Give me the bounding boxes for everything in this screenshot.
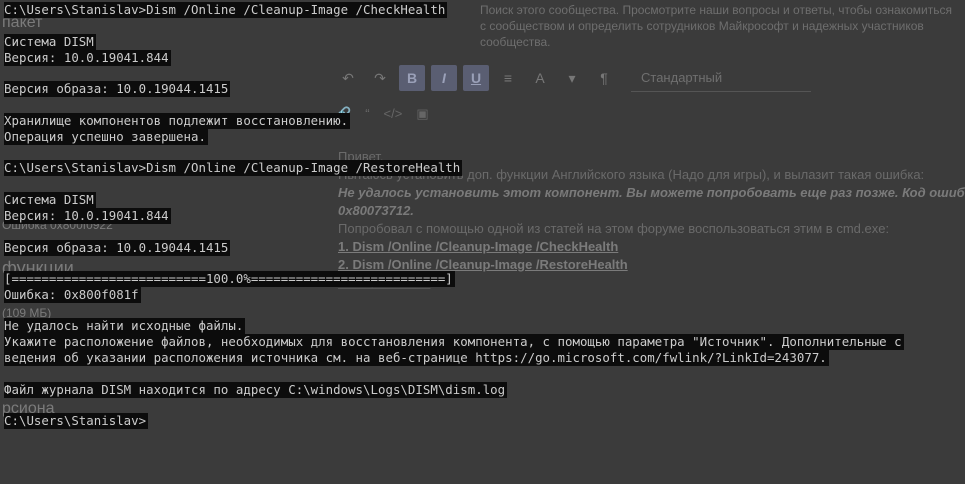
console-line: Укажите расположение файлов, необходимых… [4, 334, 904, 350]
progress-bar: [==========================100.0%=======… [4, 271, 455, 287]
console-line: Не удалось найти исходные файлы. [4, 318, 246, 334]
console-line: C:\Users\Stanislav>Dism /Online /Cleanup… [4, 2, 448, 18]
console-line: Хранилище компонентов подлежит восстанов… [4, 113, 351, 129]
console-error-line: Ошибка: 0x800f081f [4, 287, 141, 303]
console-line: Файл журнала DISM находится по адресу C:… [4, 382, 508, 398]
console-line: Операция успешно завершена. [4, 129, 208, 145]
console-line: Версия: 10.0.19041.844 [4, 208, 171, 224]
console-line: Версия: 10.0.19041.844 [4, 50, 171, 66]
console-line: ведения об указании расположения источни… [4, 350, 829, 366]
console-line: Система DISM [4, 34, 96, 50]
console-line: Версия образа: 10.0.19044.1415 [4, 81, 231, 97]
console-line: Система DISM [4, 192, 96, 208]
console-window[interactable]: C:\Users\Stanislav>Dism /Online /Cleanup… [0, 0, 965, 484]
console-line: C:\Users\Stanislav>Dism /Online /Cleanup… [4, 160, 463, 176]
console-line: Версия образа: 10.0.19044.1415 [4, 240, 231, 256]
console-prompt[interactable]: C:\Users\Stanislav> [4, 413, 149, 429]
